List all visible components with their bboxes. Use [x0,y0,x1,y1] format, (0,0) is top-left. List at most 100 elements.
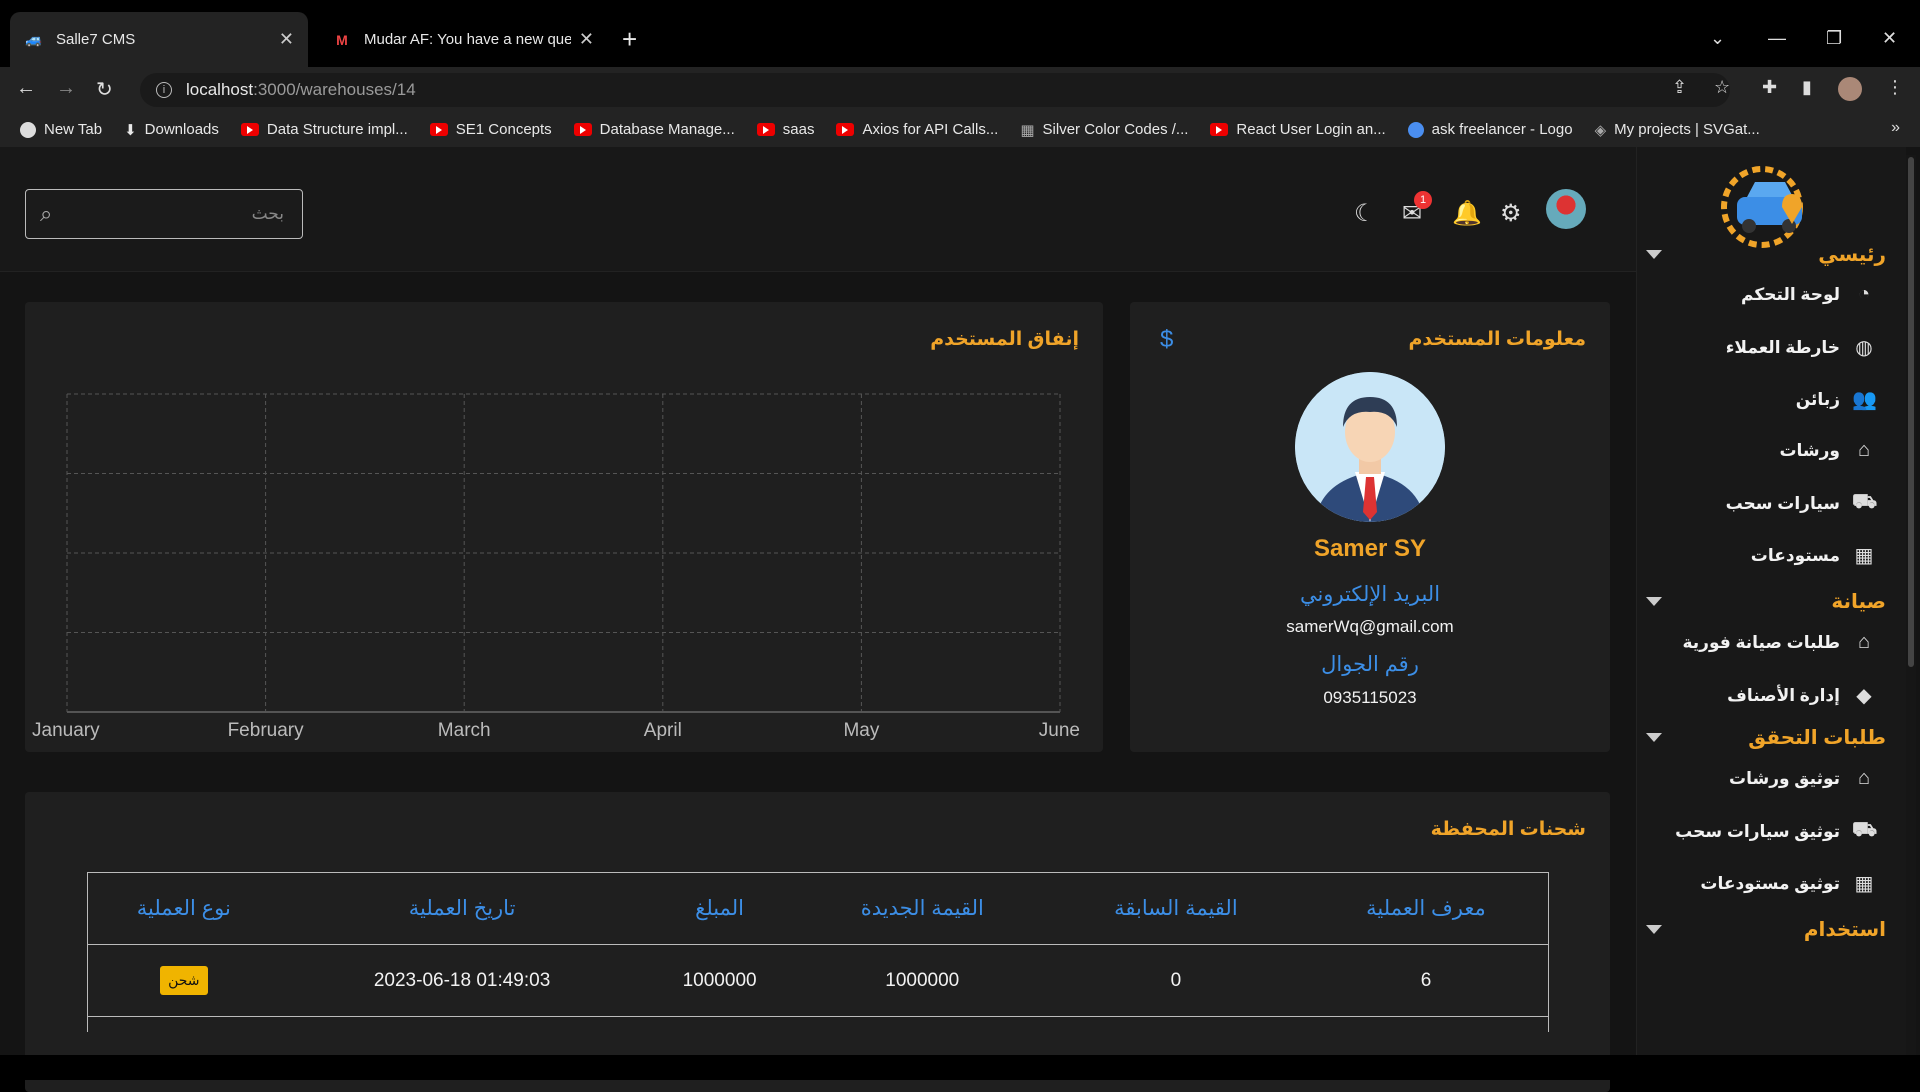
col-header[interactable]: القيمة الجديدة [795,872,1049,945]
section-maintenance[interactable]: صيانة [1646,589,1886,614]
table-row[interactable]: 6 0 1000000 1000000 2023-06-18 01:49:03 … [87,944,1549,1017]
col-header[interactable]: تاريخ العملية [280,872,644,945]
address-bar[interactable]: i localhost:3000/warehouses/14 [140,73,1730,107]
sidebar-item-label: طلبات صيانة فورية [1682,632,1840,652]
scrollbar-thumb[interactable] [1908,157,1914,667]
extensions-icon[interactable]: ✚ [1762,77,1777,98]
close-window-icon[interactable]: ✕ [1882,28,1897,49]
chevron-down-icon[interactable] [1646,597,1662,606]
new-tab-button[interactable]: + [622,26,637,52]
sidebar-item-warehouses[interactable]: مستودعات ▦ [1751,543,1876,568]
tab-gmail[interactable]: M Mudar AF: You have a new query ✕ [318,12,608,67]
chevron-down-icon[interactable] [1646,733,1662,742]
tab-salle7[interactable]: 🚙 Salle7 CMS ✕ [10,12,308,67]
grid-icon: ▦ [1020,121,1035,139]
col-header[interactable]: المبلغ [643,872,796,945]
forward-icon[interactable]: → [56,77,76,100]
bookmark-label: saas [782,121,815,138]
dark-mode-icon[interactable]: ☾ [1354,199,1376,228]
youtube-icon [756,123,775,136]
bookmark-react-login[interactable]: React User Login an... [1210,121,1386,138]
section-main[interactable]: رئيسي [1646,242,1886,267]
reload-icon[interactable]: ↻ [96,77,113,102]
bookmark-se1[interactable]: SE1 Concepts [429,121,552,138]
youtube-icon [1210,123,1229,136]
star-icon[interactable]: ☆ [1714,77,1730,98]
sidebar-item-label: توثيق مستودعات [1700,873,1840,893]
bell-icon[interactable]: 🔔 [1452,199,1482,228]
youtube-icon [573,123,592,136]
sidebar-item-tow-trucks[interactable]: سيارات سحب ⛟ [1726,491,1878,516]
col-header[interactable]: القيمة السابقة [1048,872,1303,945]
wallet-table: معرف العملية القيمة السابقة القيمة الجدي… [87,872,1549,1017]
tag-icon: ◆ [1856,685,1872,707]
sidebar-item-label: زبائن [1795,389,1840,409]
app-favicon-icon: 🚙 [25,31,43,47]
cell-date: 2023-06-18 01:49:03 [280,944,644,1017]
minimize-icon[interactable]: — [1768,28,1786,49]
profile-avatar-icon[interactable] [1838,77,1862,101]
pie-chart-icon: ◔ [1857,283,1871,305]
home-repair-icon: ⌂ [1857,631,1871,653]
sidebar-item-dashboard[interactable]: لوحة التحكم ◔ [1741,283,1876,306]
sidebar-item-instant-maintenance[interactable]: طلبات صيانة فورية ⌂ [1682,631,1876,654]
cell-amount: 1000000 [643,944,796,1017]
bookmark-database[interactable]: Database Manage... [573,121,735,138]
tow-truck-icon: ⛟ [1852,819,1878,841]
section-title: طلبات التحقق [1748,727,1886,749]
bottom-bar [0,1055,1920,1080]
bookmark-new-tab[interactable]: New Tab [20,121,102,138]
restore-icon[interactable]: ❐ [1826,28,1842,49]
bookmark-label: Database Manage... [599,121,735,138]
search-input[interactable]: ⌕ بحث [25,189,303,239]
menu-icon[interactable]: ⋮ [1886,77,1904,98]
tab-title: Mudar AF: You have a new query [364,31,571,48]
sidebar-item-categories[interactable]: إدارة الأصناف ◆ [1727,683,1876,708]
sidebar-item-verify-tow-trucks[interactable]: توثيق سيارات سحب ⛟ [1675,819,1878,844]
sidebar-item-verify-workshops[interactable]: توثيق ورشات ⌂ [1729,767,1876,790]
sidebar-scrollbar[interactable] [1906,155,1916,1055]
mail-badge: 1 [1414,191,1433,209]
side-panel-icon[interactable]: ▮ [1802,77,1812,98]
spending-chart: January February March April May June [32,393,1080,741]
chevron-down-icon[interactable] [1646,925,1662,934]
bookmark-saas[interactable]: saas [756,121,815,138]
avatar[interactable] [1546,189,1586,229]
bookmark-svgator[interactable]: ◈ My projects | SVGat... [1595,121,1760,139]
bookmark-silver-colors[interactable]: ▦ Silver Color Codes /... [1020,121,1188,139]
mail-icon[interactable]: ✉ 1 [1402,191,1433,228]
bookmark-data-structure[interactable]: Data Structure impl... [240,121,408,138]
col-header[interactable]: معرف العملية [1302,872,1549,945]
globe-icon: ◍ [1855,337,1873,359]
bookmark-freelancer[interactable]: ask freelancer - Logo [1407,121,1573,138]
sidebar-item-customers-map[interactable]: خارطة العملاء ◍ [1726,335,1876,360]
col-header[interactable]: نوع العملية [87,872,281,945]
url-host: localhost [186,80,254,99]
x-tick-label: March [438,720,491,741]
sidebar-item-workshops[interactable]: ورشات ⌂ [1779,439,1876,462]
bookmark-label: ask freelancer - Logo [1431,121,1573,138]
sidebar-item-verify-warehouses[interactable]: توثيق مستودعات ▦ [1700,871,1876,896]
info-icon[interactable]: i [156,82,172,98]
bookmark-downloads[interactable]: ⬇ Downloads [124,121,219,139]
more-bookmarks-icon[interactable]: » [1891,119,1900,137]
bookmark-axios[interactable]: Axios for API Calls... [836,121,998,138]
back-icon[interactable]: ← [16,77,36,100]
bookmark-label: React User Login an... [1236,121,1386,138]
sidebar-item-clients[interactable]: زبائن 👥 [1795,387,1877,412]
gear-icon[interactable]: ⚙ [1500,199,1522,228]
sidebar-item-label: إدارة الأصناف [1727,685,1840,705]
table-header-row: معرف العملية القيمة السابقة القيمة الجدي… [87,872,1549,945]
globe-icon [20,121,36,138]
section-usage[interactable]: استخدام [1646,917,1886,942]
close-icon[interactable]: ✕ [579,29,594,50]
wallet-card: شحنات المحفظة معرف العملية القيمة السابق… [25,792,1610,1092]
close-icon[interactable]: ✕ [279,29,294,50]
tab-title: Salle7 CMS [56,31,136,48]
app-logo [1721,166,1803,248]
chevron-down-icon[interactable] [1646,250,1662,259]
tab-search-icon[interactable]: ⌄ [1710,28,1725,49]
sidebar-item-label: توثيق ورشات [1729,768,1840,788]
section-verification[interactable]: طلبات التحقق [1646,725,1886,750]
share-icon[interactable]: ⇪ [1672,77,1687,98]
